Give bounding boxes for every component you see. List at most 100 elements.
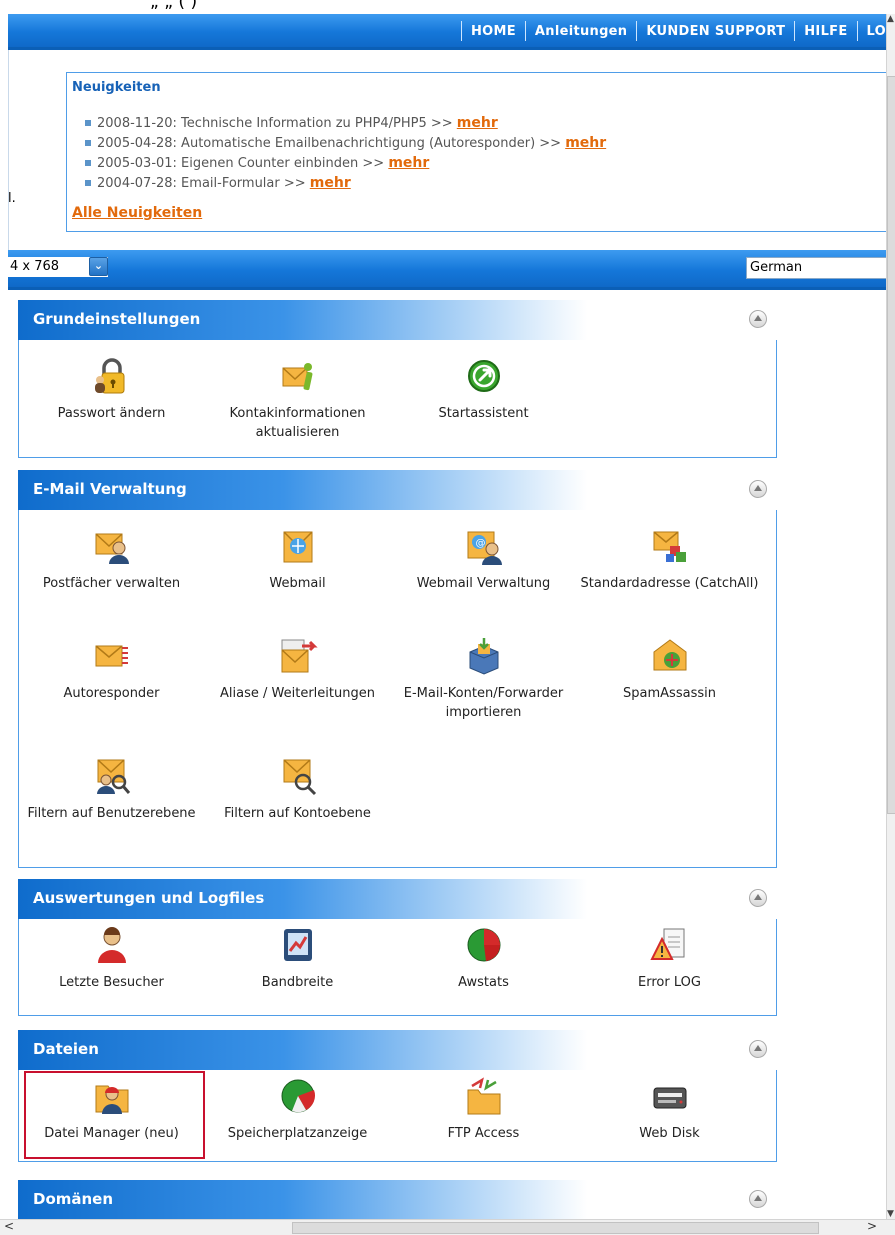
- nav-logout-link[interactable]: LO: [867, 24, 886, 39]
- scroll-right-icon[interactable]: >: [867, 1219, 877, 1233]
- svg-text:@: @: [475, 538, 485, 549]
- news-item: 2004-07-28: Email-Formular >> mehr: [85, 173, 606, 193]
- section-body: Datei Manager (neu) Speicherplatzanzeige…: [18, 1070, 777, 1162]
- collapse-arrow-icon[interactable]: [749, 1190, 767, 1208]
- tile-postfaecher[interactable]: Postfächer verwalten: [19, 526, 204, 593]
- nav-anleitungen-link[interactable]: Anleitungen: [535, 24, 627, 39]
- language-select[interactable]: German: [746, 257, 886, 279]
- settings-bar: 4 x 768 ⌄ German: [8, 250, 886, 290]
- scroll-up-icon[interactable]: ▲: [887, 14, 894, 24]
- catchall-icon: [653, 531, 686, 562]
- tile-label: Standardadresse (CatchAll): [580, 576, 759, 591]
- news-more-link[interactable]: mehr: [565, 135, 606, 151]
- section-grundeinstellungen: Grundeinstellungen Passwort ändern Konta…: [18, 300, 777, 458]
- tile-filter-benutzer[interactable]: Filtern auf Benutzerebene: [19, 756, 204, 823]
- tile-speicherplatz[interactable]: Speicherplatzanzeige: [205, 1076, 390, 1143]
- tile-label: Awstats: [458, 975, 509, 990]
- news-box: Neuigkeiten 2008-11-20: Technische Infor…: [66, 72, 887, 232]
- tile-label: Bandbreite: [261, 975, 334, 990]
- tile-web-disk[interactable]: Web Disk: [577, 1076, 762, 1143]
- news-item-text: 2004-07-28: Email-Formular >>: [97, 176, 310, 191]
- tile-filter-konto[interactable]: Filtern auf Kontoebene: [205, 756, 390, 823]
- tile-standardadresse[interactable]: Standardadresse (CatchAll): [577, 526, 762, 593]
- section-title: Domänen: [33, 1190, 114, 1208]
- tile-autoresponder[interactable]: Autoresponder: [19, 636, 204, 703]
- tile-label: Autoresponder: [63, 686, 160, 701]
- news-item-text: 2005-04-28: Automatische Emailbenachrich…: [97, 136, 566, 151]
- nav-separator: [636, 21, 638, 41]
- lock-user-icon: [94, 358, 124, 394]
- nav-hilfe-link[interactable]: HILFE: [804, 24, 847, 39]
- section-header[interactable]: Domänen: [18, 1180, 777, 1219]
- section-body: Passwort ändern Kontakinformationen aktu…: [18, 340, 777, 458]
- top-navigation-bar: HOME Anleitungen KUNDEN SUPPORT HILFE LO: [8, 14, 886, 50]
- bandwidth-icon: [283, 929, 312, 961]
- section-header[interactable]: Dateien: [18, 1030, 777, 1070]
- chevron-down-icon[interactable]: ⌄: [89, 257, 108, 276]
- section-header[interactable]: Auswertungen und Logfiles: [18, 879, 777, 919]
- collapse-arrow-icon[interactable]: [749, 480, 767, 498]
- tile-letzte-besucher[interactable]: Letzte Besucher: [19, 925, 204, 992]
- news-more-link[interactable]: mehr: [310, 175, 351, 191]
- scrollbar-thumb[interactable]: [292, 1222, 819, 1234]
- file-manager-icon: [95, 1085, 128, 1114]
- news-item: 2005-03-01: Eigenen Counter einbinden >>…: [85, 153, 606, 173]
- tile-label: Aliase / Weiterleitungen: [220, 686, 375, 701]
- vertical-scrollbar[interactable]: ▲ ▼: [886, 14, 895, 1219]
- section-header[interactable]: E-Mail Verwaltung: [18, 470, 777, 510]
- collapse-arrow-icon[interactable]: [749, 1040, 767, 1058]
- tile-awstats[interactable]: Awstats: [391, 925, 576, 992]
- tile-label: Speicherplatzanzeige: [227, 1126, 368, 1141]
- tile-label: Filtern auf Kontoebene: [224, 806, 371, 821]
- start-wizard-icon: [467, 360, 500, 392]
- tile-startassistent[interactable]: Startassistent: [391, 356, 576, 423]
- scrollbar-thumb[interactable]: [887, 76, 895, 814]
- scroll-down-icon[interactable]: ▼: [887, 1209, 894, 1219]
- section-dateien: Dateien Datei Manager (neu) Speicherplat…: [18, 1030, 777, 1162]
- tile-error-log[interactable]: Error LOG: [577, 925, 762, 992]
- tile-aliase[interactable]: Aliase / Weiterleitungen: [205, 636, 390, 703]
- tile-label: Filtern auf Benutzerebene: [27, 806, 196, 821]
- tile-passwort[interactable]: Passwort ändern: [19, 356, 204, 423]
- tile-label: FTP Access: [447, 1126, 520, 1141]
- tile-webmail[interactable]: Webmail: [205, 526, 390, 593]
- tile-datei-manager[interactable]: Datei Manager (neu): [19, 1076, 204, 1143]
- nav-separator: [460, 21, 462, 41]
- scroll-left-icon[interactable]: <: [4, 1219, 14, 1233]
- news-more-link[interactable]: mehr: [388, 155, 429, 171]
- user-filter-icon: [96, 759, 130, 794]
- tile-label: Kontakinformationen aktualisieren: [229, 406, 366, 440]
- collapse-arrow-icon[interactable]: [749, 889, 767, 907]
- all-news-link[interactable]: Alle Neuigkeiten: [72, 205, 202, 221]
- forwarders-icon: [280, 639, 318, 673]
- tile-label: Passwort ändern: [57, 406, 166, 421]
- tile-label: Letzte Besucher: [59, 975, 164, 990]
- tile-label: Error LOG: [638, 975, 701, 990]
- account-filter-icon: [282, 759, 316, 796]
- web-disk-icon: [653, 1087, 686, 1109]
- tile-label: Datei Manager (neu): [44, 1126, 179, 1141]
- nav-home-link[interactable]: HOME: [471, 24, 516, 39]
- bullet-icon: [85, 119, 91, 126]
- ftp-icon: [467, 1077, 500, 1115]
- tile-label: Postfächer verwalten: [42, 576, 181, 591]
- news-item: 2005-04-28: Automatische Emailbenachrich…: [85, 133, 606, 153]
- nav-kunden-support-link[interactable]: KUNDEN SUPPORT: [646, 24, 785, 39]
- tile-spamassassin[interactable]: SpamAssassin: [577, 636, 762, 703]
- resolution-select[interactable]: 4 x 768 ⌄: [8, 257, 108, 277]
- news-item: 2008-11-20: Technische Information zu PH…: [85, 113, 606, 133]
- spamassassin-icon: [653, 639, 686, 671]
- section-header[interactable]: Grundeinstellungen: [18, 300, 777, 340]
- tile-ftp-access[interactable]: FTP Access: [391, 1076, 576, 1143]
- language-value: German: [750, 260, 803, 275]
- collapse-arrow-icon[interactable]: [749, 310, 767, 328]
- disk-usage-icon: [281, 1079, 315, 1113]
- tile-kontakinformationen[interactable]: Kontakinformationen aktualisieren: [205, 356, 390, 442]
- window-title-fragment: „ „ ( ): [0, 0, 895, 14]
- news-more-link[interactable]: mehr: [457, 115, 498, 131]
- tile-import[interactable]: E-Mail-Konten/Forwarder importieren: [391, 636, 576, 722]
- tile-bandbreite[interactable]: Bandbreite: [205, 925, 390, 992]
- horizontal-scrollbar[interactable]: < >: [0, 1219, 895, 1235]
- tile-webmail-verwaltung[interactable]: @ Webmail Verwaltung: [391, 526, 576, 593]
- import-icon: [469, 638, 498, 675]
